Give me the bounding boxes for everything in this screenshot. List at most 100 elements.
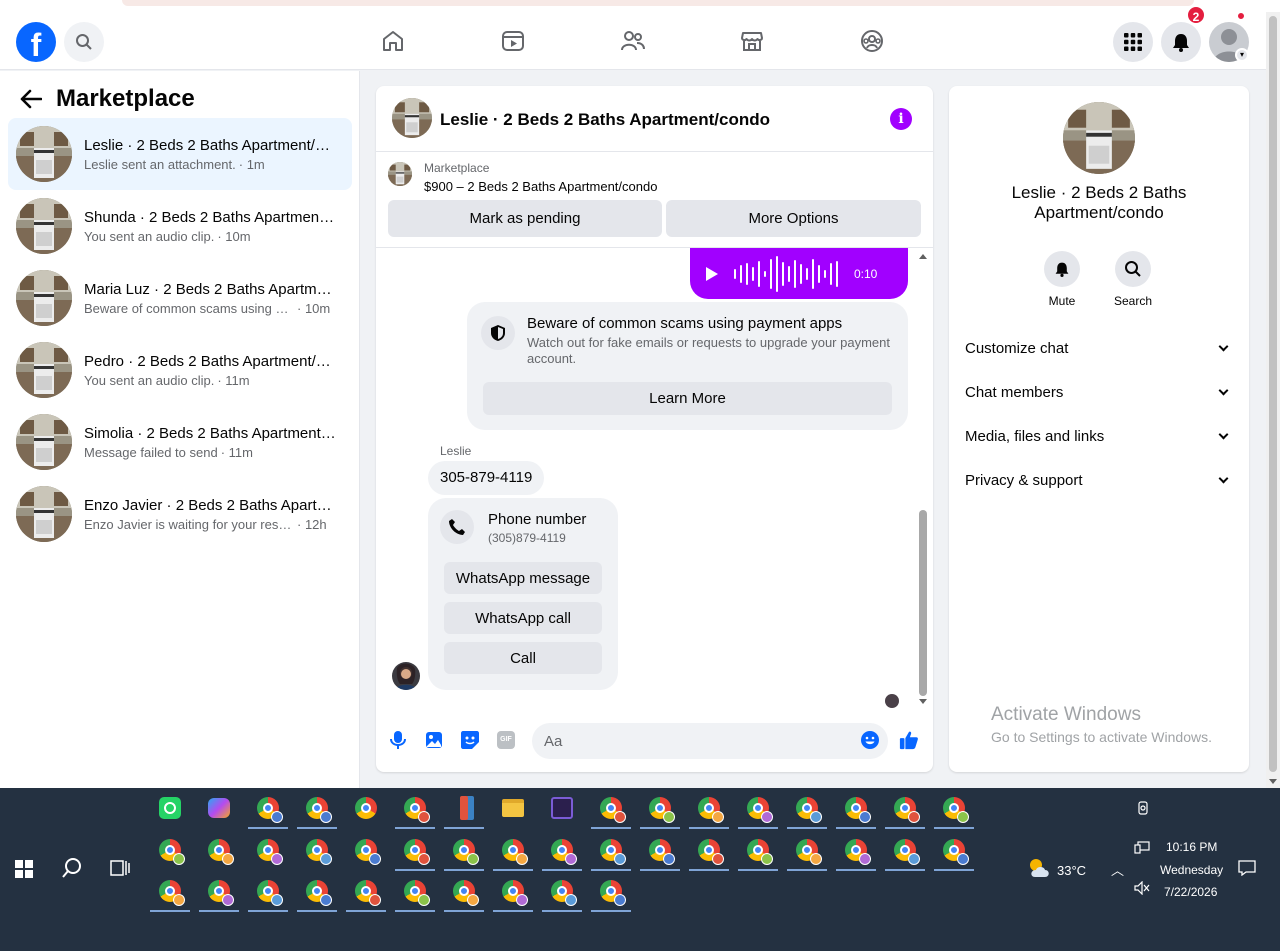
chrome-profile-icon[interactable] <box>248 830 288 870</box>
chrome-profile-icon[interactable] <box>395 871 435 912</box>
listing-thumbnail[interactable] <box>388 162 412 186</box>
chrome-profile-icon[interactable] <box>199 830 239 870</box>
chrome-profile-icon[interactable] <box>395 830 435 871</box>
snipping-tool-icon[interactable] <box>444 788 484 829</box>
facebook-logo[interactable]: f <box>16 22 56 62</box>
network-icon[interactable] <box>1134 841 1150 858</box>
chrome-profile-icon[interactable] <box>493 871 533 912</box>
mark-as-pending-button[interactable]: Mark as pending <box>388 200 662 237</box>
sender-avatar[interactable] <box>392 662 420 690</box>
chrome-profile-icon[interactable] <box>640 830 680 871</box>
page-scroll-down-arrow[interactable] <box>1269 779 1277 784</box>
play-icon[interactable] <box>706 266 718 281</box>
customize-chat-section[interactable]: Customize chat <box>965 330 1233 366</box>
chrome-profile-icon[interactable] <box>395 788 435 829</box>
chrome-profile-icon[interactable] <box>248 871 288 912</box>
chrome-profile-icon[interactable] <box>150 830 190 870</box>
whatsapp-icon[interactable] <box>150 788 190 828</box>
chrome-profile-icon[interactable] <box>150 871 190 912</box>
message-input[interactable] <box>532 723 888 759</box>
chrome-profile-icon[interactable] <box>591 788 631 829</box>
chrome-profile-icon[interactable] <box>787 830 827 871</box>
chrome-profile-icon[interactable] <box>885 788 925 829</box>
chrome-profile-icon[interactable] <box>444 871 484 912</box>
chevron-down-icon[interactable]: ▾ <box>1235 48 1249 62</box>
chrome-profile-icon[interactable] <box>297 788 337 829</box>
app-icon[interactable] <box>542 788 582 828</box>
phone-message-bubble[interactable]: 305-879-4119 <box>428 461 545 495</box>
chrome-profile-icon[interactable] <box>493 830 533 871</box>
temperature[interactable]: 33°C <box>1057 863 1086 878</box>
chrome-profile-icon[interactable] <box>738 788 778 829</box>
back-arrow-icon[interactable] <box>20 89 42 109</box>
chrome-profile-icon[interactable] <box>444 830 484 871</box>
nav-groups[interactable] <box>857 26 887 56</box>
volume-muted-icon[interactable] <box>1134 880 1150 898</box>
tray-chevron-up-icon[interactable]: ︿ <box>1111 860 1124 879</box>
chrome-profile-icon[interactable] <box>934 830 974 871</box>
thumbs-up-icon[interactable] <box>899 730 919 750</box>
media-files-links-section[interactable]: Media, files and links <box>965 418 1233 454</box>
notification-center-icon[interactable] <box>1238 860 1256 879</box>
file-explorer-icon[interactable] <box>493 788 533 828</box>
chrome-profile-icon[interactable] <box>248 788 288 829</box>
privacy-support-section[interactable]: Privacy & support <box>965 462 1233 498</box>
more-options-button[interactable]: More Options <box>666 200 921 237</box>
chrome-profile-icon[interactable] <box>836 830 876 871</box>
chrome-profile-icon[interactable] <box>346 788 386 828</box>
weather-icon[interactable] <box>1020 848 1060 888</box>
thread-scrollbar[interactable] <box>916 248 930 708</box>
conversation-item[interactable]: Shunda · 2 Beds 2 Baths Apartment/condo Y… <box>8 190 352 262</box>
info-icon[interactable]: i <box>890 108 912 130</box>
conversation-item[interactable]: Pedro · 2 Beds 2 Baths Apartment/condo Yo… <box>8 334 352 406</box>
audio-message[interactable]: 0:10 <box>690 248 908 299</box>
chrome-profile-icon[interactable] <box>934 788 974 829</box>
gif-icon[interactable]: GIF <box>496 730 516 750</box>
details-avatar[interactable] <box>1063 102 1135 174</box>
listing-price[interactable]: $900 – 2 Beds 2 Baths Apartment/condo <box>424 179 657 194</box>
chrome-profile-icon[interactable] <box>199 871 239 912</box>
nav-video[interactable] <box>498 26 528 56</box>
chrome-profile-icon[interactable] <box>640 788 680 829</box>
page-scrollbar[interactable] <box>1266 12 1280 788</box>
chat-avatar[interactable] <box>392 98 432 138</box>
taskbar-search-icon[interactable] <box>52 848 92 888</box>
scroll-down-arrow[interactable] <box>919 699 927 704</box>
chrome-profile-icon[interactable] <box>787 788 827 829</box>
chrome-profile-icon[interactable] <box>346 871 386 912</box>
emoji-icon[interactable] <box>860 730 880 750</box>
search-button[interactable] <box>64 22 104 62</box>
chrome-profile-icon[interactable] <box>738 830 778 871</box>
call-button[interactable]: Call <box>444 642 602 674</box>
conversation-item[interactable]: Simolia · 2 Beds 2 Baths Apartment/condo… <box>8 406 352 478</box>
mute-button[interactable]: Mute <box>1032 251 1092 308</box>
conversation-item[interactable]: Enzo Javier · 2 Beds 2 Baths Apartment/c… <box>8 478 352 550</box>
search-in-chat-button[interactable]: Search <box>1103 251 1163 308</box>
chrome-profile-icon[interactable] <box>689 830 729 871</box>
conversation-item[interactable]: Leslie · 2 Beds 2 Baths Apartment/condo L… <box>8 118 352 190</box>
whatsapp-message-button[interactable]: WhatsApp message <box>444 562 602 594</box>
nav-friends[interactable] <box>618 26 648 56</box>
windows-start-icon[interactable] <box>15 860 33 878</box>
clock-time[interactable]: 10:16 PM <box>1166 840 1217 854</box>
nav-marketplace[interactable] <box>737 26 767 56</box>
chat-title[interactable]: Leslie · 2 Beds 2 Baths Apartment/condo <box>440 110 770 130</box>
clock-date[interactable]: 7/22/2026 <box>1164 885 1217 899</box>
chrome-profile-icon[interactable] <box>591 871 631 912</box>
chat-members-section[interactable]: Chat members <box>965 374 1233 410</box>
chrome-profile-icon[interactable] <box>542 830 582 871</box>
menu-button[interactable] <box>1113 22 1153 62</box>
chrome-profile-icon[interactable] <box>542 871 582 912</box>
microphone-icon[interactable] <box>388 730 408 750</box>
chrome-profile-icon[interactable] <box>836 788 876 829</box>
page-scroll-thumb[interactable] <box>1269 16 1277 772</box>
nav-home[interactable] <box>378 26 408 56</box>
chrome-profile-icon[interactable] <box>885 830 925 871</box>
copilot-icon[interactable] <box>199 788 239 828</box>
task-view-icon[interactable] <box>100 848 140 888</box>
scroll-thumb[interactable] <box>919 510 927 696</box>
whatsapp-call-button[interactable]: WhatsApp call <box>444 602 602 634</box>
meet-now-icon[interactable] <box>1137 800 1149 819</box>
clock-day[interactable]: Wednesday <box>1160 863 1223 877</box>
chrome-profile-icon[interactable] <box>297 871 337 912</box>
